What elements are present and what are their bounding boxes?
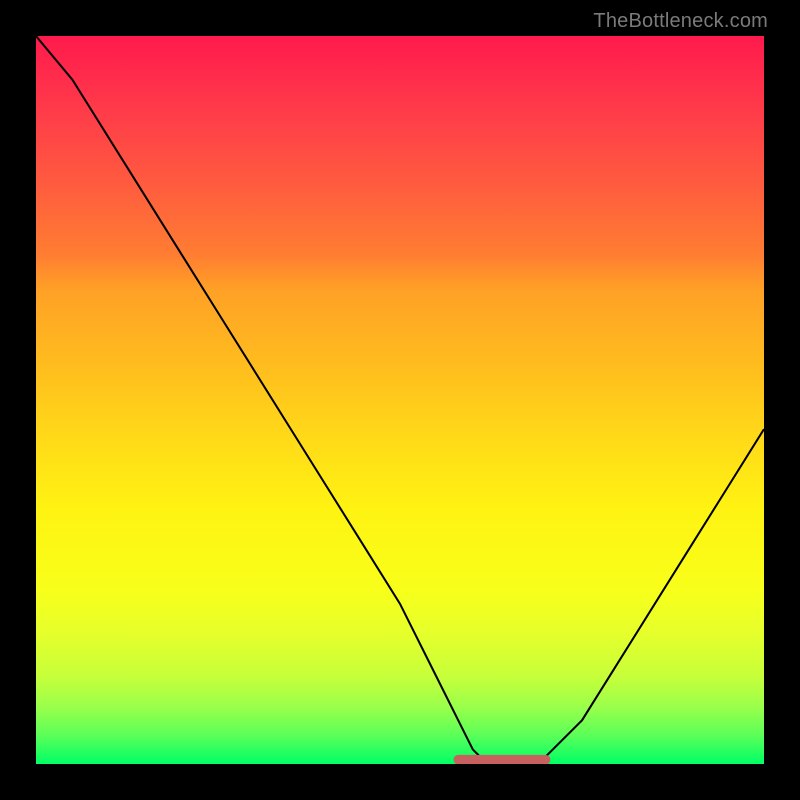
plot-svg [36, 36, 764, 764]
bottleneck-curve [36, 36, 764, 764]
curve-line [36, 36, 764, 764]
plot-area [36, 36, 764, 764]
chart-frame: TheBottleneck.com [0, 0, 800, 800]
watermark-text: TheBottleneck.com [593, 10, 768, 33]
